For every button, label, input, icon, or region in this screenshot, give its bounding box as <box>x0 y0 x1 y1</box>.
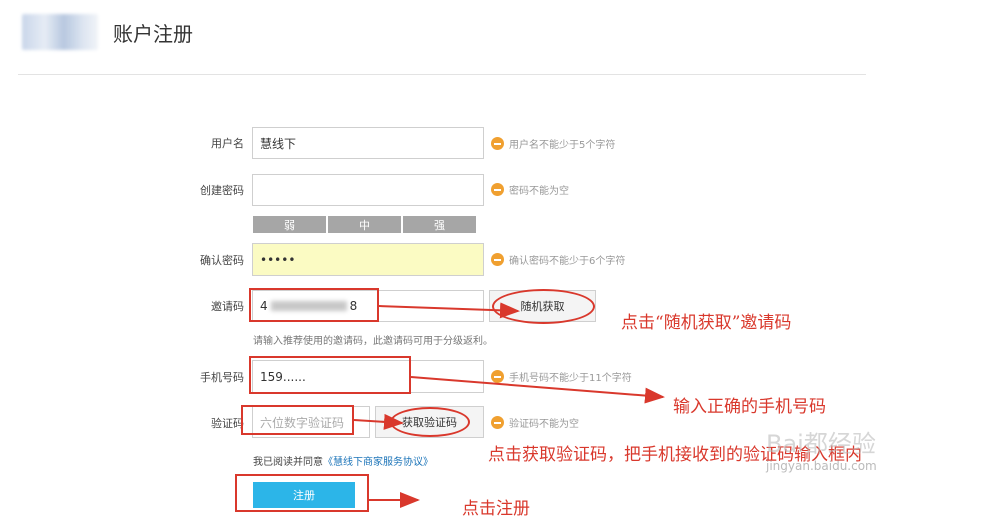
watermark-brand: Bai都经验 <box>766 430 876 458</box>
verify-arrow <box>353 413 404 430</box>
phone-annotation: 输入正确的手机号码 <box>673 397 826 417</box>
invite-annotation: 点击“随机获取”邀请码 <box>621 313 792 333</box>
phone-arrow <box>410 376 665 404</box>
register-annotation: 点击注册 <box>462 499 530 519</box>
invite-arrow <box>378 302 520 319</box>
baidu-watermark: Bai都经验 jingyan.baidu.com <box>766 424 946 494</box>
watermark-url: jingyan.baidu.com <box>766 459 877 473</box>
